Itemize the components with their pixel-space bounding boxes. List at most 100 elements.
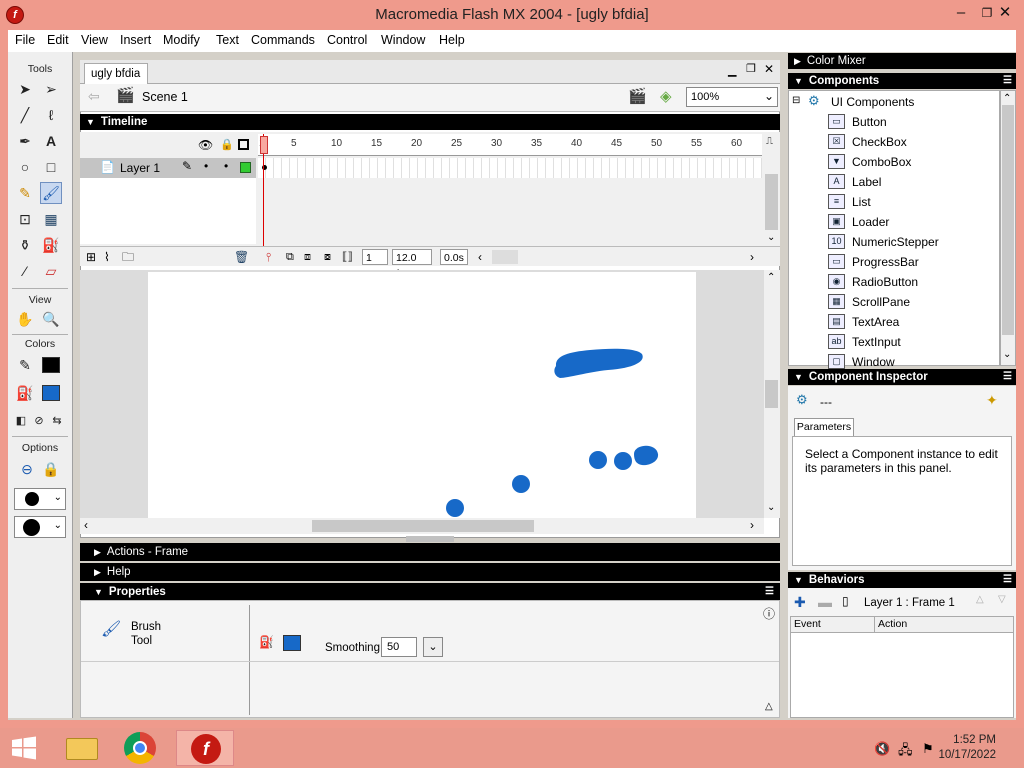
onion-skin-icon[interactable]: ⧉ [286,249,294,265]
stage-hscroll[interactable]: ‹ › [80,518,764,534]
flash-task-button[interactable]: f [176,730,234,766]
zoom-select[interactable]: 100% ⌄ [686,87,778,107]
action-center-icon[interactable]: ⚑ [922,741,934,757]
swap-colors-icon[interactable]: ⇆ [46,410,68,432]
components-vscroll[interactable]: ⌃ ⌄ [1000,90,1016,366]
component-item[interactable]: CheckBox [852,135,907,149]
layer-row[interactable]: 📄 Layer 1 ✎ • • [80,158,256,178]
component-item[interactable]: Button [852,115,887,129]
fill-color-swatch[interactable] [42,385,60,401]
stage-vscroll[interactable]: ⌃ ⌄ [764,270,780,518]
panel-options-icon[interactable]: ☰ [1003,369,1012,385]
back-arrow-icon[interactable]: ⇦ [88,88,100,105]
panel-splitter[interactable] [406,536,454,542]
component-item[interactable]: Label [852,175,881,189]
expand-properties-icon[interactable]: △ [765,701,773,712]
oval-tool-icon[interactable]: ○ [14,156,36,178]
layer-name[interactable]: Layer 1 [120,161,160,175]
behaviors-header[interactable]: ▼ Behaviors ☰ [788,572,1016,588]
component-inspector-header[interactable]: ▼ Component Inspector ☰ [788,369,1016,385]
windows-start-icon[interactable] [10,736,38,760]
lasso-tool-icon[interactable]: ℓ [40,104,62,126]
menu-file[interactable]: File [15,33,35,47]
timeline-vscroll-thumb[interactable] [765,174,778,230]
smoothing-dropdown-button[interactable]: ⌄ [423,637,443,657]
chevron-down-icon[interactable]: ⌄ [1003,349,1011,360]
components-vscroll-thumb[interactable] [1002,105,1014,335]
menu-insert[interactable]: Insert [120,33,151,47]
star-icon[interactable]: ✦ [986,392,998,409]
timeline-hscroll-thumb[interactable] [492,250,518,264]
stage-vscroll-thumb[interactable] [765,380,778,408]
insert-folder-icon[interactable]: 🗀 [122,249,134,265]
chevron-left-icon[interactable]: ‹ [478,249,482,265]
component-item[interactable]: List [852,195,871,209]
components-header[interactable]: ▼ Components ☰ [788,73,1016,89]
event-column-header[interactable]: Event [791,617,875,633]
move-up-icon[interactable]: △ [976,594,984,605]
hand-tool-icon[interactable]: ✋ [14,308,36,330]
component-item[interactable]: Window [852,355,895,369]
component-item[interactable]: ProgressBar [852,255,919,269]
edit-scene-icon[interactable]: 🎬 [628,87,647,105]
chrome-icon[interactable] [116,730,164,766]
arrow-tool-icon[interactable]: ➤ [14,78,36,100]
pencil-tool-icon[interactable]: ✎ [14,182,36,204]
modify-markers-icon[interactable]: ⟦⟧ [342,249,353,265]
delete-layer-icon[interactable]: 🗑 [234,249,249,265]
add-behavior-icon[interactable]: ✚ [794,594,806,611]
document-tab[interactable]: ugly bfdia [84,63,148,84]
close-button[interactable]: ✕ [990,0,1020,28]
clock[interactable]: 1:52 PM 10/17/2022 [938,733,996,763]
rectangle-tool-icon[interactable]: □ [40,156,62,178]
stroke-color-swatch[interactable] [42,357,60,373]
fill-transform-tool-icon[interactable]: ▦ [40,208,62,230]
text-tool-icon[interactable]: A [40,130,62,152]
color-mixer-header[interactable]: ▶ Color Mixer [788,53,1016,69]
frames-row[interactable] [258,158,762,178]
actions-panel-header[interactable]: ▶ Actions - Frame [80,543,780,561]
component-item[interactable]: ComboBox [852,155,911,169]
menu-commands[interactable]: Commands [251,33,315,47]
eraser-tool-icon[interactable]: ▱ [40,260,62,282]
brush-tool-icon[interactable]: 🖌 [40,182,62,204]
lock-fill-icon[interactable]: 🔒 [40,458,62,480]
help-icon[interactable]: ⓘ [763,605,775,622]
properties-panel-header[interactable]: ▼ Properties ☰ [80,583,780,601]
stage-hscroll-thumb[interactable] [312,520,534,532]
free-transform-tool-icon[interactable]: ⊡ [14,208,36,230]
file-explorer-icon[interactable] [58,730,106,766]
volume-muted-icon[interactable]: 🔇 [874,741,890,757]
eyedropper-tool-icon[interactable]: ⁄ [14,260,36,282]
line-tool-icon[interactable]: ╱ [14,104,36,126]
component-item[interactable]: RadioButton [852,275,918,289]
add-guide-layer-icon[interactable]: ⌇ [104,249,110,265]
menu-edit[interactable]: Edit [47,33,69,47]
ink-bottle-tool-icon[interactable]: ⚱ [14,234,36,256]
center-frame-icon[interactable]: ⫯ [266,249,271,265]
insert-layer-icon[interactable]: ⊞ [86,249,96,265]
component-item[interactable]: ScrollPane [852,295,910,309]
panel-options-icon[interactable]: ☰ [1003,73,1012,89]
outline-color-swatch[interactable] [240,162,251,173]
panel-options-icon[interactable]: ☰ [765,583,774,601]
component-item[interactable]: NumericStepper [852,235,939,249]
eye-icon[interactable]: 👁 [198,138,213,152]
lock-icon[interactable]: 🔒 [220,138,234,151]
edit-symbols-icon[interactable]: ◈ [660,87,672,105]
chevron-down-icon[interactable]: ⌄ [767,232,775,243]
smoothing-input[interactable]: 50 [381,637,417,657]
ui-components-label[interactable]: UI Components [831,95,914,109]
chevron-left-icon[interactable]: ‹ [84,518,88,532]
chevron-right-icon[interactable]: › [750,249,754,265]
collapse-node-icon[interactable]: ⊟ [792,95,800,106]
menu-view[interactable]: View [81,33,108,47]
menu-control[interactable]: Control [327,33,367,47]
menu-help[interactable]: Help [439,33,465,47]
help-panel-header[interactable]: ▶ Help [80,563,780,581]
edit-multiple-frames-icon[interactable]: ⧇ [324,249,331,265]
brush-mode-icon[interactable]: ⊖ [16,458,38,480]
brush-shape-select[interactable]: ⌄ [14,516,66,538]
lock-dot[interactable]: • [224,159,228,173]
scene-label[interactable]: Scene 1 [142,90,188,104]
